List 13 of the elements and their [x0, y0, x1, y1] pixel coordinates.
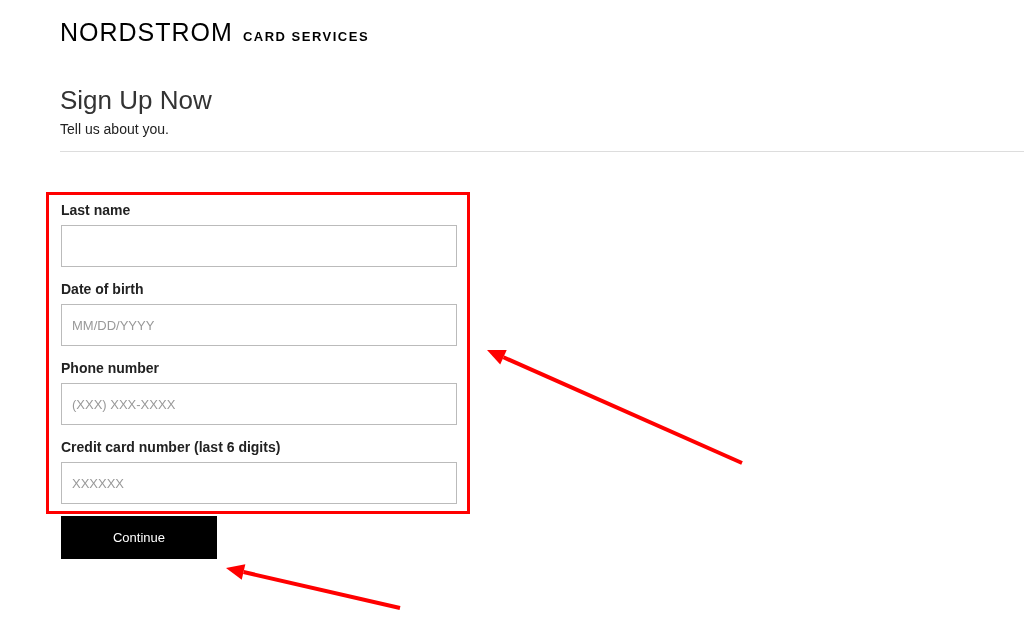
input-field[interactable]	[61, 225, 457, 267]
field-label: Last name	[61, 201, 132, 219]
logo-subtitle: CARD SERVICES	[242, 28, 370, 46]
continue-button[interactable]: Continue	[61, 516, 217, 559]
page-title: Sign Up Now	[60, 84, 213, 116]
field-label: Phone number	[61, 359, 160, 377]
input-field[interactable]: MM/DD/YYYY	[61, 304, 457, 346]
logo-wordmark: NORDSTROM	[60, 18, 233, 46]
field-label: Credit card number (last 6 digits)	[61, 438, 282, 456]
page-subtitle: Tell us about you.	[60, 120, 170, 138]
input-field[interactable]: XXXXXX	[61, 462, 457, 504]
field-label: Date of birth	[61, 280, 145, 298]
input-field[interactable]: (XXX) XXX-XXXX	[61, 383, 457, 425]
